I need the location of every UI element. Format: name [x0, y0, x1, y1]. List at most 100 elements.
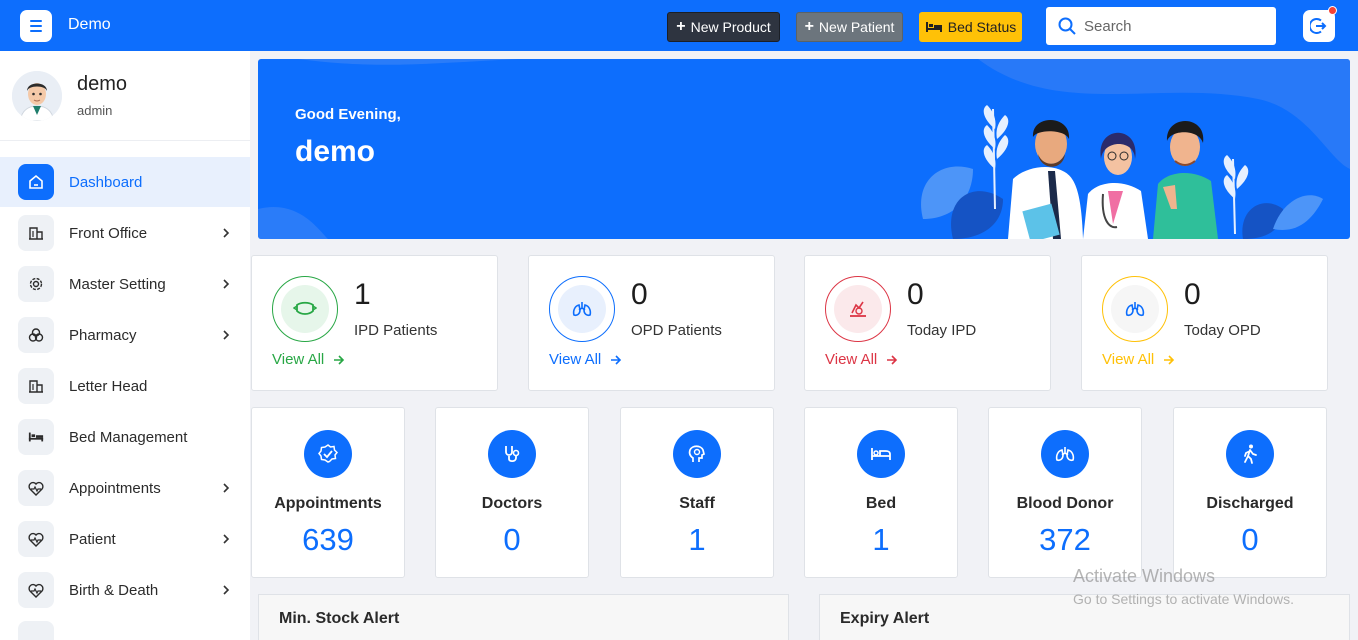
bed-icon [857, 430, 905, 478]
view-all-opd-link[interactable]: View All [549, 351, 622, 368]
stat-icon-ring [1102, 276, 1168, 342]
stat-card-ipd-patients: 1 IPD Patients View All [251, 255, 498, 391]
search-input[interactable] [1084, 17, 1264, 35]
stat-icon-ring [272, 276, 338, 342]
count-value: 0 [1241, 522, 1259, 557]
view-all-today-opd-link[interactable]: View All [1102, 351, 1175, 368]
panel-title: Min. Stock Alert [279, 610, 400, 627]
count-label: Discharged [1206, 495, 1294, 512]
menu-toggle-button[interactable] [20, 10, 52, 42]
welcome-banner: Good Evening, demo [258, 59, 1350, 239]
count-value: 0 [503, 522, 521, 557]
search-box[interactable] [1046, 7, 1276, 45]
user-name: demo [77, 73, 128, 95]
sidebar-item-label: Patient [69, 530, 116, 548]
view-all-label: View All [825, 351, 878, 368]
stat-value: 0 [1184, 278, 1201, 311]
count-card-bed[interactable]: Bed 1 [804, 407, 958, 578]
plus-icon: + [804, 18, 814, 35]
count-label: Bed [865, 495, 897, 512]
view-all-label: View All [272, 351, 325, 368]
view-all-label: View All [549, 351, 602, 368]
arrow-right-icon [334, 354, 345, 365]
chevron-right-icon [223, 585, 230, 595]
count-card-discharged[interactable]: Discharged 0 [1173, 407, 1327, 578]
chevron-right-icon [223, 483, 230, 493]
sidebar-item-letter-head[interactable]: Letter Head [0, 361, 250, 411]
new-patient-label: New Patient [818, 19, 895, 35]
stat-value: 1 [354, 278, 371, 311]
bed-icon [925, 22, 942, 32]
sidebar-item-label: Birth & Death [69, 581, 159, 599]
chevron-right-icon [223, 228, 230, 238]
stat-label: OPD Patients [631, 322, 722, 339]
stat-label: IPD Patients [354, 322, 438, 339]
lungs-icon [558, 285, 606, 333]
bed-status-button[interactable]: Bed Status [919, 12, 1022, 42]
activation-watermark-text: Go to Settings to activate Windows. [1073, 591, 1294, 607]
check-badge-icon [304, 430, 352, 478]
mask-icon [281, 285, 329, 333]
min-stock-alert-panel: Min. Stock Alert [258, 594, 789, 640]
greeting-text: Good Evening, [295, 106, 401, 123]
activation-watermark-title: Activate Windows [1073, 566, 1216, 586]
arrow-right-icon [887, 354, 898, 365]
doctors-illustration [921, 105, 1323, 239]
view-all-label: View All [1102, 351, 1155, 368]
new-patient-button[interactable]: + New Patient [796, 12, 903, 42]
brand-name[interactable]: Demo [68, 16, 111, 34]
lungs-icon [1111, 285, 1159, 333]
count-card-doctors[interactable]: Doctors 0 [435, 407, 589, 578]
top-bar: Demo + New Product + New Patient Bed Sta… [0, 0, 1358, 51]
stethoscope-icon [488, 430, 536, 478]
sidebar-item-pharmacy[interactable]: Pharmacy [0, 310, 250, 360]
avatar [12, 71, 62, 121]
sidebar-item-appointments[interactable]: Appointments [0, 463, 250, 513]
sidebar-item-birth-death[interactable]: Birth & Death [0, 565, 250, 615]
user-profile[interactable]: demo admin [0, 51, 250, 141]
user-avatar-icon [12, 71, 62, 121]
panel-title: Expiry Alert [840, 610, 930, 627]
stat-card-opd-patients: 0 OPD Patients View All [528, 255, 775, 391]
gear-icon [18, 266, 54, 302]
sidebar-item-patient[interactable]: Patient [0, 514, 250, 564]
head-icon [673, 430, 721, 478]
medical-report-icon [834, 285, 882, 333]
arrow-right-icon [611, 354, 622, 365]
new-product-button[interactable]: + New Product [667, 12, 780, 42]
chevron-right-icon [223, 330, 230, 340]
count-label: Staff [679, 495, 715, 512]
notification-dot [1328, 6, 1337, 15]
chevron-right-icon [223, 279, 230, 289]
stat-label: Today IPD [907, 322, 977, 339]
heartbeat-icon [18, 470, 54, 506]
new-product-label: New Product [690, 19, 771, 35]
sidebar-item-front-office[interactable]: Front Office [0, 208, 250, 258]
lungs-icon [1041, 430, 1089, 478]
user-role: admin [77, 103, 113, 118]
view-all-today-ipd-link[interactable]: View All [825, 351, 898, 368]
count-card-blood-donor[interactable]: Blood Donor 372 [988, 407, 1142, 578]
sidebar-item-partial[interactable] [18, 621, 54, 640]
count-label: Doctors [481, 495, 543, 512]
stat-icon-ring [549, 276, 615, 342]
count-value: 1 [872, 522, 890, 557]
count-card-appointments[interactable]: Appointments 639 [251, 407, 405, 578]
sidebar-item-label: Appointments [69, 479, 161, 497]
heartbeat-icon [18, 572, 54, 608]
bed-status-label: Bed Status [947, 19, 1017, 35]
arrow-right-icon [1164, 354, 1175, 365]
count-value: 1 [688, 522, 706, 557]
stat-icon-ring [825, 276, 891, 342]
walking-icon [1226, 430, 1274, 478]
count-card-staff[interactable]: Staff 1 [620, 407, 774, 578]
view-all-ipd-link[interactable]: View All [272, 351, 345, 368]
chevron-right-icon [223, 534, 230, 544]
sidebar-item-master-setting[interactable]: Master Setting [0, 259, 250, 309]
sidebar-item-bed-management[interactable]: Bed Management [0, 412, 250, 462]
sidebar-item-label: Front Office [69, 224, 148, 242]
search-icon [1058, 17, 1076, 35]
sidebar-item-label: Pharmacy [69, 326, 137, 344]
heartbeat-icon [18, 521, 54, 557]
sidebar-item-dashboard[interactable]: Dashboard [0, 157, 250, 207]
